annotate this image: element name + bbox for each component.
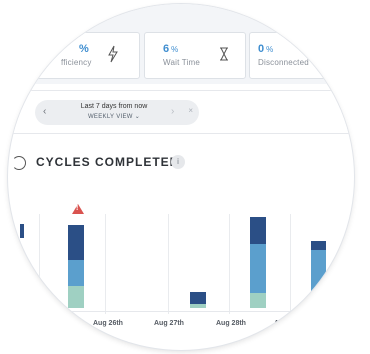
chart-divider [105, 214, 106, 314]
x-tick-label: Aug 28th [216, 320, 246, 327]
x-tick-label: Aug 27th [154, 320, 184, 327]
chart-baseline [20, 311, 354, 312]
bar-segment[interactable] [68, 260, 84, 286]
chevron-down-icon: ⌄ [134, 114, 141, 120]
date-filter-bar: ‹ Last 7 days from now WEEKLY VIEW ⌄ › × [8, 90, 354, 134]
cycles-chart [8, 204, 354, 324]
chevron-left-icon[interactable]: ‹ [43, 106, 46, 117]
bar-segment[interactable] [311, 250, 326, 308]
bar-segment[interactable] [250, 244, 266, 293]
bar-segment[interactable] [250, 293, 266, 308]
metric-card-disconnected[interactable]: 0% Disconnected [249, 32, 354, 79]
section-title: CYCLES COMPLETED [36, 155, 180, 169]
magnifier-circle: % fficiency 6% Wait Time 0% Disconnected [8, 4, 354, 350]
bar-segment[interactable] [190, 304, 206, 308]
metric-efficiency-value: % [79, 43, 89, 55]
bar-segment[interactable] [68, 286, 84, 308]
chevron-right-icon[interactable]: › [171, 106, 174, 117]
date-range-label: Last 7 days from now [80, 103, 148, 110]
metric-disconnected-value: 0% [258, 43, 274, 55]
info-icon[interactable]: i [171, 155, 185, 169]
chart-divider [168, 214, 169, 314]
metric-wait-time-value: 6% [163, 43, 179, 55]
metric-disconnected-label: Disconnected [258, 58, 309, 67]
metric-card-wait-time[interactable]: 6% Wait Time [144, 32, 246, 79]
metric-card-efficiency[interactable]: % fficiency [8, 32, 140, 79]
date-range-pill[interactable]: ‹ Last 7 days from now WEEKLY VIEW ⌄ › × [35, 100, 199, 125]
hourglass-icon [219, 47, 229, 66]
metric-wait-time-label: Wait Time [163, 58, 201, 67]
lightning-icon [107, 45, 119, 68]
bar-segment[interactable] [311, 241, 326, 250]
metric-efficiency-label: fficiency [61, 58, 92, 67]
chart-divider [229, 214, 230, 314]
x-tick-label: Aug [274, 320, 288, 327]
chart-divider [290, 214, 291, 314]
x-tick-label: Aug 26th [93, 320, 123, 327]
bar-segment[interactable] [20, 224, 24, 238]
metrics-band: % fficiency 6% Wait Time 0% Disconnected [8, 4, 354, 84]
weekly-view-dropdown[interactable]: WEEKLY VIEW ⌄ [59, 113, 169, 120]
clear-icon[interactable]: × [188, 106, 193, 115]
chart-divider [39, 214, 40, 314]
bar-segment[interactable] [68, 225, 84, 260]
screenshot-scene: % fficiency 6% Wait Time 0% Disconnected [0, 0, 370, 354]
refresh-icon[interactable] [12, 156, 26, 170]
bar-segment[interactable] [250, 217, 266, 244]
bar-segment[interactable] [190, 292, 206, 304]
